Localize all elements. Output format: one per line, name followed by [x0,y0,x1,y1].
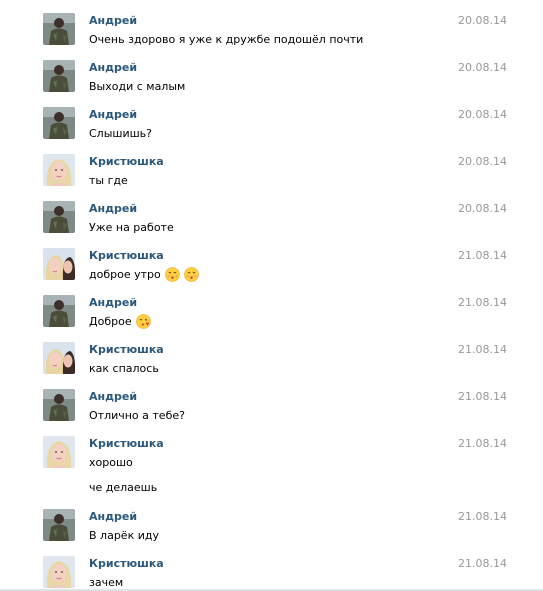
avatar-kristyushka[interactable] [43,436,75,468]
kissing-face-icon [164,267,180,282]
message-text-content: Доброе [89,315,132,328]
message-author[interactable]: Кристюшка [89,557,164,570]
message-date[interactable]: 21.08.14 [458,390,507,403]
message-item: Андрей 20.08.14 Очень здорово я уже к др… [0,10,531,54]
message-item: Кристюшка 21.08.14 как спалось [0,339,531,383]
message-text: В ларёк иду [89,529,159,542]
avatar-andrey[interactable] [43,509,75,541]
avatar-andrey[interactable] [43,13,75,45]
message-item: Андрей 20.08.14 Выходи с малым [0,57,531,101]
message-date[interactable]: 21.08.14 [458,557,507,570]
message-item: Андрей 21.08.14 Доброе [0,292,531,336]
user-photo-icon [43,107,75,139]
message-item: Андрей 20.08.14 Слышишь? [0,104,531,148]
message-date[interactable]: 21.08.14 [458,437,507,450]
avatar-andrey[interactable] [43,295,75,327]
message-item-continuation: че делаешь [0,480,531,498]
user-photo-icon [43,389,75,421]
avatar-andrey[interactable] [43,201,75,233]
user-photo-icon [43,509,75,541]
user-photo-icon [43,13,75,45]
message-author[interactable]: Андрей [89,61,137,74]
message-author[interactable]: Андрей [89,14,137,27]
message-author[interactable]: Кристюшка [89,155,164,168]
avatar-kristyushka[interactable] [43,248,75,280]
message-date[interactable]: 20.08.14 [458,108,507,121]
message-author[interactable]: Кристюшка [89,343,164,356]
user-photo-icon [43,295,75,327]
avatar-kristyushka[interactable] [43,342,75,374]
user-photo-icon [43,248,75,280]
scrollbar-track[interactable] [531,0,543,591]
message-text-content: доброе утро [89,268,161,281]
message-text: доброе утро [89,267,199,282]
message-date[interactable]: 21.08.14 [458,296,507,309]
avatar-andrey[interactable] [43,107,75,139]
message-text: как спалось [89,362,159,375]
message-text: Доброе [89,314,151,329]
message-date[interactable]: 20.08.14 [458,155,507,168]
message-item: Кристюшка 20.08.14 ты где [0,151,531,195]
avatar-andrey[interactable] [43,60,75,92]
face-blowing-kiss-icon [135,314,151,329]
message-item: Кристюшка 21.08.14 доброе утро [0,245,531,289]
message-text: Очень здорово я уже к дружбе подошёл поч… [89,33,364,46]
message-text: Выходи с малым [89,80,186,93]
user-photo-icon [43,60,75,92]
message-date[interactable]: 20.08.14 [458,61,507,74]
user-photo-icon [43,436,75,468]
message-text: хорошо [89,456,133,469]
message-date[interactable]: 20.08.14 [458,202,507,215]
message-item: Андрей 21.08.14 Отлично а тебе? [0,386,531,430]
message-text: зачем [89,576,124,589]
message-author[interactable]: Андрей [89,296,137,309]
avatar-kristyushka[interactable] [43,154,75,186]
avatar-kristyushka[interactable] [43,556,75,588]
message-author[interactable]: Кристюшка [89,249,164,262]
message-history: Андрей 20.08.14 Очень здорово я уже к др… [0,0,531,591]
message-text: ты где [89,174,128,187]
message-date[interactable]: 21.08.14 [458,343,507,356]
message-author[interactable]: Андрей [89,510,137,523]
kissing-face-icon [183,267,199,282]
message-text: Уже на работе [89,221,174,234]
message-text: Слышишь? [89,127,152,140]
message-author[interactable]: Андрей [89,202,137,215]
message-text: че делаешь [89,481,158,494]
message-item: Андрей 21.08.14 В ларёк иду [0,506,531,550]
user-photo-icon [43,154,75,186]
message-date[interactable]: 21.08.14 [458,249,507,262]
message-text: Отлично а тебе? [89,409,185,422]
user-photo-icon [43,342,75,374]
user-photo-icon [43,201,75,233]
message-date[interactable]: 20.08.14 [458,14,507,27]
avatar-andrey[interactable] [43,389,75,421]
message-date[interactable]: 21.08.14 [458,510,507,523]
message-author[interactable]: Кристюшка [89,437,164,450]
message-author[interactable]: Андрей [89,108,137,121]
message-author[interactable]: Андрей [89,390,137,403]
message-item: Кристюшка 21.08.14 хорошо [0,433,531,477]
message-item: Андрей 20.08.14 Уже на работе [0,198,531,242]
message-item: Кристюшка 21.08.14 зачем [0,553,531,591]
user-photo-icon [43,556,75,588]
